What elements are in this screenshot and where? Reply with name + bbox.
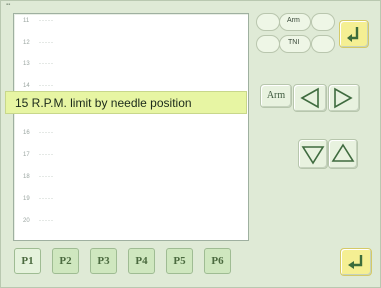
enter-button[interactable] — [340, 248, 372, 276]
row-number: 14 — [23, 83, 30, 89]
row-dashes: ----- — [39, 174, 54, 180]
tab-p4[interactable]: P4 — [128, 248, 155, 274]
row-dashes: ----- — [39, 152, 54, 158]
down-button[interactable] — [298, 139, 328, 169]
triangle-up-icon — [329, 140, 357, 168]
row-dashes: ----- — [39, 130, 54, 136]
row-number: 13 — [23, 61, 30, 67]
row-dashes: ----- — [39, 218, 54, 224]
tab-p1[interactable]: P1 — [14, 248, 41, 274]
top-status: ▪▪ — [6, 2, 11, 8]
row-number: 16 — [23, 130, 30, 136]
list-row[interactable]: 13 ----- — [23, 61, 54, 73]
row-number: 19 — [23, 196, 30, 202]
row-number: 17 — [23, 152, 30, 158]
row-dashes: ----- — [39, 40, 54, 46]
parameter-list[interactable]: 11 ----- 12 ----- 13 ----- 14 ----- 16 ----- … — [13, 13, 249, 241]
enter-arrow-icon — [341, 249, 371, 275]
list-row[interactable]: 12 ----- — [23, 40, 54, 52]
arm-button[interactable]: Arm — [260, 84, 292, 108]
tni-indicator-label: TNI — [288, 39, 300, 46]
triangle-left-icon — [294, 85, 326, 111]
arm-button-label: Arm — [266, 90, 286, 101]
right-button[interactable] — [328, 84, 360, 112]
status-pill — [311, 13, 335, 31]
status-pill — [311, 35, 335, 53]
status-pill — [256, 13, 280, 31]
status-pill — [256, 35, 280, 53]
triangle-down-icon — [299, 140, 327, 168]
back-button[interactable] — [339, 20, 369, 48]
tab-p6[interactable]: P6 — [204, 248, 231, 274]
list-row[interactable]: 20 ----- — [23, 218, 54, 230]
row-dashes: ----- — [39, 83, 54, 89]
triangle-right-icon — [329, 85, 359, 111]
list-row[interactable]: 11 ----- — [23, 18, 54, 30]
tab-p5[interactable]: P5 — [166, 248, 193, 274]
row-number: 11 — [23, 18, 30, 24]
selected-list-item[interactable]: 15 R.P.M. limit by needle position — [5, 91, 247, 114]
list-row[interactable]: 17 ----- — [23, 152, 54, 164]
list-row[interactable]: 16 ----- — [23, 130, 54, 142]
row-dashes: ----- — [39, 18, 54, 24]
row-dashes: ----- — [39, 196, 54, 202]
up-button[interactable] — [328, 139, 358, 169]
row-number: 20 — [23, 218, 30, 224]
row-dashes: ----- — [39, 61, 54, 67]
tab-p2[interactable]: P2 — [52, 248, 79, 274]
list-row[interactable]: 19 ----- — [23, 196, 54, 208]
list-row[interactable]: 18 ----- — [23, 174, 54, 186]
left-button[interactable] — [293, 84, 327, 112]
return-arrow-icon — [340, 21, 368, 47]
arm-indicator-label: Arm — [287, 17, 300, 24]
tab-p3[interactable]: P3 — [90, 248, 117, 274]
row-number: 18 — [23, 174, 30, 180]
row-number: 12 — [23, 40, 30, 46]
